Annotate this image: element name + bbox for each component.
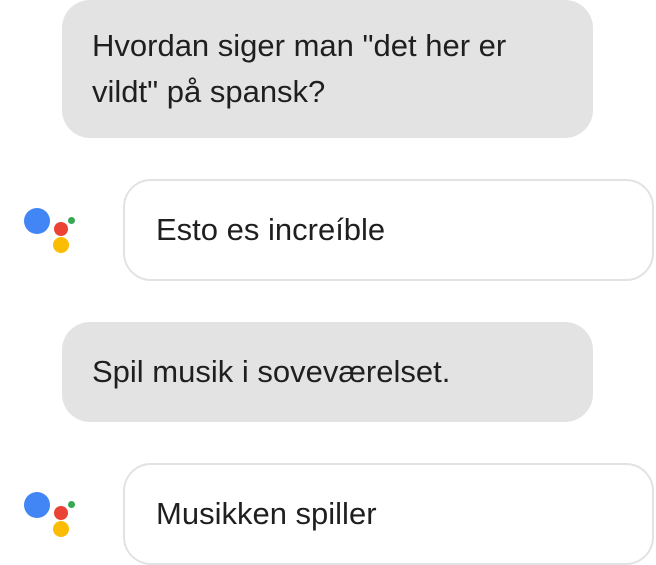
assistant-message-bubble: Musikken spiller	[123, 463, 654, 565]
google-assistant-logo-icon	[24, 204, 80, 254]
user-message-text: Hvordan siger man "det her er vildt" på …	[92, 28, 507, 109]
user-message-bubble: Hvordan siger man "det her er vildt" på …	[62, 0, 593, 138]
blue-dot	[24, 208, 50, 234]
google-assistant-logo-icon	[24, 488, 80, 538]
assistant-message-bubble: Esto es increíble	[123, 179, 654, 281]
red-dot	[54, 506, 68, 520]
green-dot	[68, 217, 75, 224]
yellow-dot	[53, 237, 69, 253]
assistant-message-text: Esto es increíble	[156, 212, 386, 247]
assistant-message-text: Musikken spiller	[156, 496, 377, 531]
yellow-dot	[53, 521, 69, 537]
red-dot	[54, 222, 68, 236]
user-message-bubble: Spil musik i soveværelset.	[62, 322, 593, 422]
conversation: Hvordan siger man "det her er vildt" på …	[0, 0, 656, 565]
user-message-text: Spil musik i soveværelset.	[92, 354, 451, 389]
green-dot	[68, 501, 75, 508]
blue-dot	[24, 492, 50, 518]
